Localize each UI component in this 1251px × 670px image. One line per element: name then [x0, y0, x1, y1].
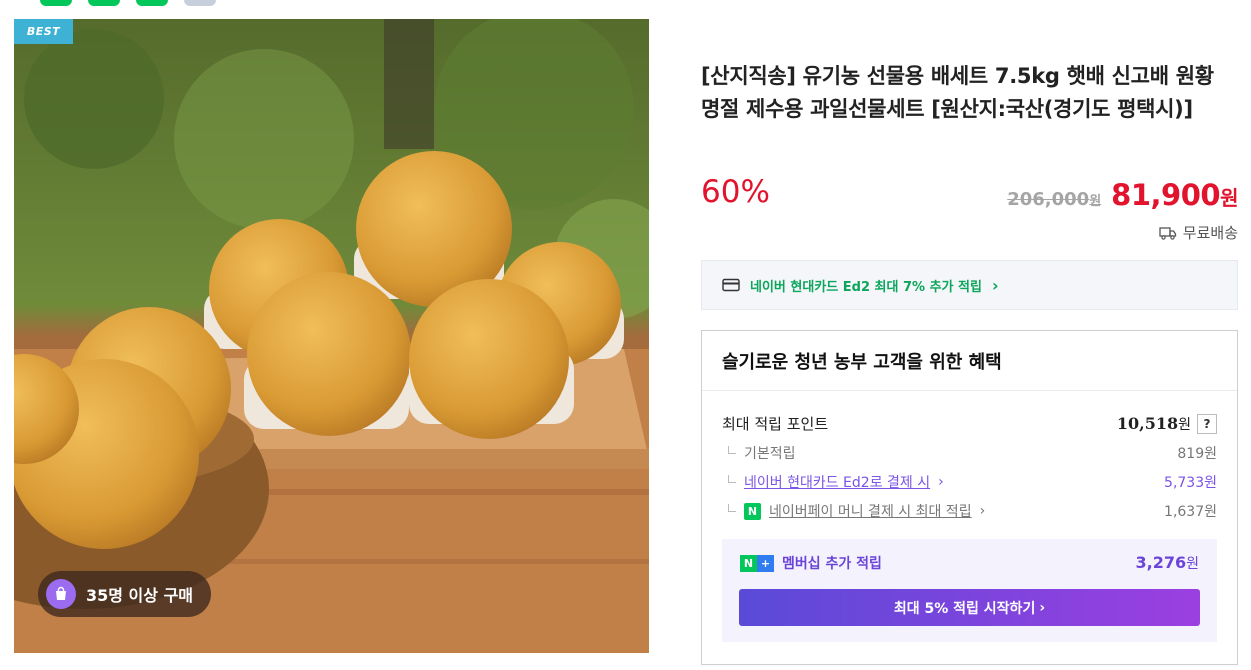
naver-pay-icon: N — [744, 502, 761, 520]
top-stub-button-4[interactable] — [184, 0, 216, 6]
credit-card-icon — [722, 278, 740, 292]
benefit-heading: 슬기로운 청년 농부 고객을 위한 혜택 — [702, 331, 1237, 391]
sale-price-value: 81,900 — [1111, 178, 1221, 212]
chevron-right-icon: › — [991, 275, 999, 295]
card-points-link[interactable]: 네이버 현대카드 Ed2로 결제 시 — [744, 472, 930, 492]
pear-photo — [14, 19, 649, 653]
membership-label: 멤버십 추가 적립 — [782, 556, 882, 572]
basic-points-row: 기본적립 819원 — [728, 443, 1217, 463]
membership-amount-group: 3,276원 — [1136, 553, 1200, 573]
original-price-value: 206,000 — [1007, 189, 1090, 210]
shopping-bag-icon — [46, 579, 76, 609]
tree-corner-icon — [728, 475, 736, 483]
card-benefit-banner[interactable]: 네이버 현대카드 Ed2 최대 7% 추가 적립 › — [701, 260, 1238, 310]
top-stub-button-3[interactable] — [136, 0, 168, 6]
basic-points-label: 기본적립 — [744, 446, 796, 462]
buyer-count-text: 35명 이상 구매 — [86, 586, 194, 605]
product-image[interactable]: BEST 35명 이상 구매 — [14, 19, 649, 653]
membership-unit: 원 — [1186, 556, 1199, 572]
card-benefit-text: 네이버 현대카드 Ed2 최대 7% 추가 적립 — [750, 279, 982, 295]
npay-points-amount: 1,637원 — [1164, 504, 1217, 520]
tree-corner-icon — [728, 446, 736, 454]
product-title: [산지직송] 유기농 선물용 배세트 7.5kg 햇배 신고배 원황 명절 제수… — [701, 64, 1214, 121]
truck-icon — [1159, 226, 1176, 240]
card-points-amount: 5,733원 — [1164, 475, 1217, 491]
original-price-unit: 원 — [1089, 194, 1102, 209]
discount-rate: 60% — [701, 174, 770, 210]
chevron-right-icon: › — [1039, 599, 1046, 616]
top-stub-button-1[interactable] — [40, 0, 72, 6]
shipping-text: 무료배송 — [1182, 224, 1238, 242]
card-points-row[interactable]: 네이버 현대카드 Ed2로 결제 시 › 5,733원 — [728, 472, 1217, 492]
basic-points-amount: 819원 — [1177, 446, 1217, 462]
chevron-right-icon: › — [979, 503, 986, 519]
npay-points-row[interactable]: N 네이버페이 머니 결제 시 최대 적립 › 1,637원 — [728, 501, 1217, 521]
max-points-value-group: 10,518 원 ? — [1116, 413, 1217, 434]
max-points-label: 최대 적립 포인트 — [722, 415, 829, 433]
sale-price-unit: 원 — [1220, 186, 1238, 210]
sale-price: 81,900원 — [1111, 178, 1238, 212]
benefit-box: 슬기로운 청년 농부 고객을 위한 혜택 최대 적립 포인트 10,518 원 … — [701, 330, 1238, 665]
shipping-info: 무료배송 — [1159, 222, 1238, 243]
chevron-right-icon: › — [938, 474, 944, 490]
naver-plus-icon: N + — [740, 554, 774, 572]
top-stub-button-2[interactable] — [88, 0, 120, 6]
max-points-value: 10,518 — [1116, 414, 1179, 433]
best-badge: BEST — [14, 19, 73, 44]
membership-section: N + 멤버십 추가 적립 3,276원 최대 5% 적립 시작하기 › — [722, 539, 1217, 642]
price-row: 206,000원 81,900원 — [1007, 178, 1238, 212]
max-points-unit: 원 — [1178, 416, 1191, 433]
max-points-row: 최대 적립 포인트 10,518 원 ? — [722, 413, 1217, 434]
tree-corner-icon — [728, 504, 736, 512]
top-button-group — [40, 0, 216, 6]
membership-amount: 3,276 — [1135, 553, 1187, 572]
membership-start-button[interactable]: 최대 5% 적립 시작하기 › — [739, 589, 1200, 626]
membership-row: N + 멤버십 추가 적립 3,276원 — [740, 553, 1199, 573]
original-price: 206,000원 — [1007, 189, 1101, 210]
help-icon[interactable]: ? — [1197, 413, 1217, 434]
membership-start-label: 최대 5% 적립 시작하기 — [893, 600, 1036, 617]
buyer-count-pill: 35명 이상 구매 — [38, 571, 212, 617]
npay-points-link[interactable]: 네이버페이 머니 결제 시 최대 적립 — [769, 501, 972, 521]
